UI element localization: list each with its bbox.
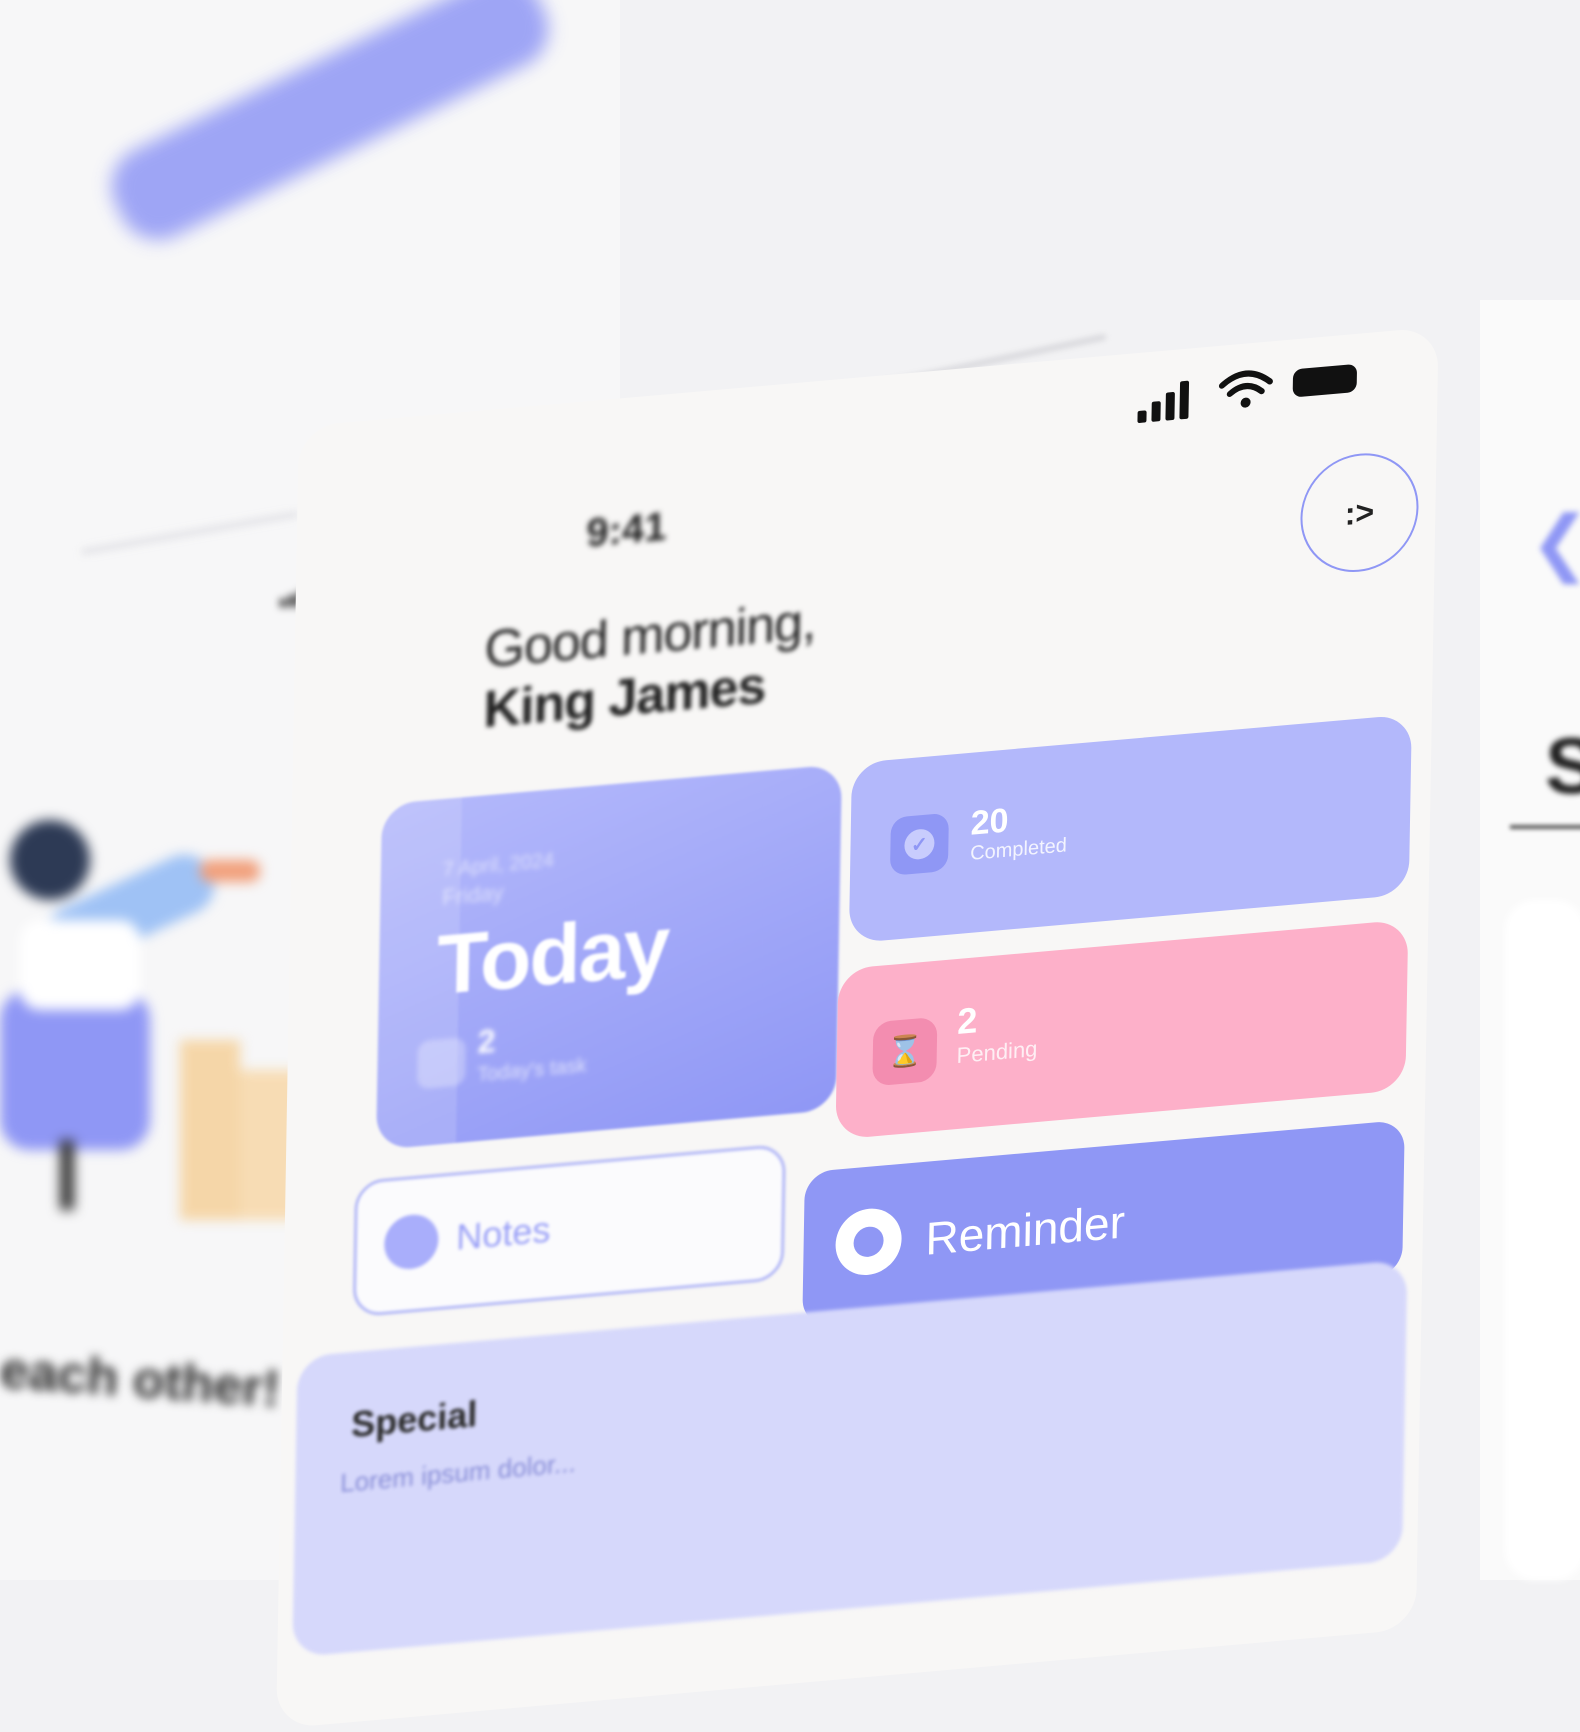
background-caption: each other! — [0, 1341, 282, 1419]
signal-bar — [1165, 391, 1175, 421]
background-right-divider — [1510, 825, 1580, 829]
today-title: Today — [436, 898, 670, 1013]
reminder-label: Reminder — [925, 1195, 1126, 1265]
signal-bar — [1151, 401, 1161, 422]
today-task-count: 2 — [477, 1022, 496, 1061]
today-card[interactable]: 7 April, 2024 Friday Today 2 Today's tas… — [376, 764, 842, 1150]
back-chevron-icon[interactable]: ❮ — [1530, 500, 1580, 584]
hourglass-icon: ⌛ — [872, 1016, 938, 1087]
background-primary-button — [97, 0, 563, 254]
signal-bar — [1179, 380, 1190, 420]
ring-icon — [835, 1205, 903, 1278]
pending-count: 2 — [956, 999, 978, 1043]
home-screen: 9:41 :> Good morning, King James 7 April… — [238, 257, 1440, 1729]
wifi-icon — [1218, 370, 1273, 408]
status-time: 9:41 — [586, 504, 667, 556]
special-title: Special — [350, 1393, 478, 1446]
signal-icon — [1137, 410, 1147, 424]
completed-count: 20 — [970, 801, 1009, 843]
background-right-heading: S — [1545, 721, 1580, 810]
background-right-card — [1505, 900, 1580, 1580]
today-day: Friday — [442, 879, 504, 911]
notes-label: Notes — [455, 1208, 551, 1258]
notes-icon — [383, 1212, 439, 1272]
special-description: Lorem ipsum dolor... — [340, 1447, 577, 1499]
calendar-icon — [417, 1037, 466, 1090]
check-icon: ✓ — [889, 812, 949, 876]
battery-icon — [1292, 363, 1358, 398]
